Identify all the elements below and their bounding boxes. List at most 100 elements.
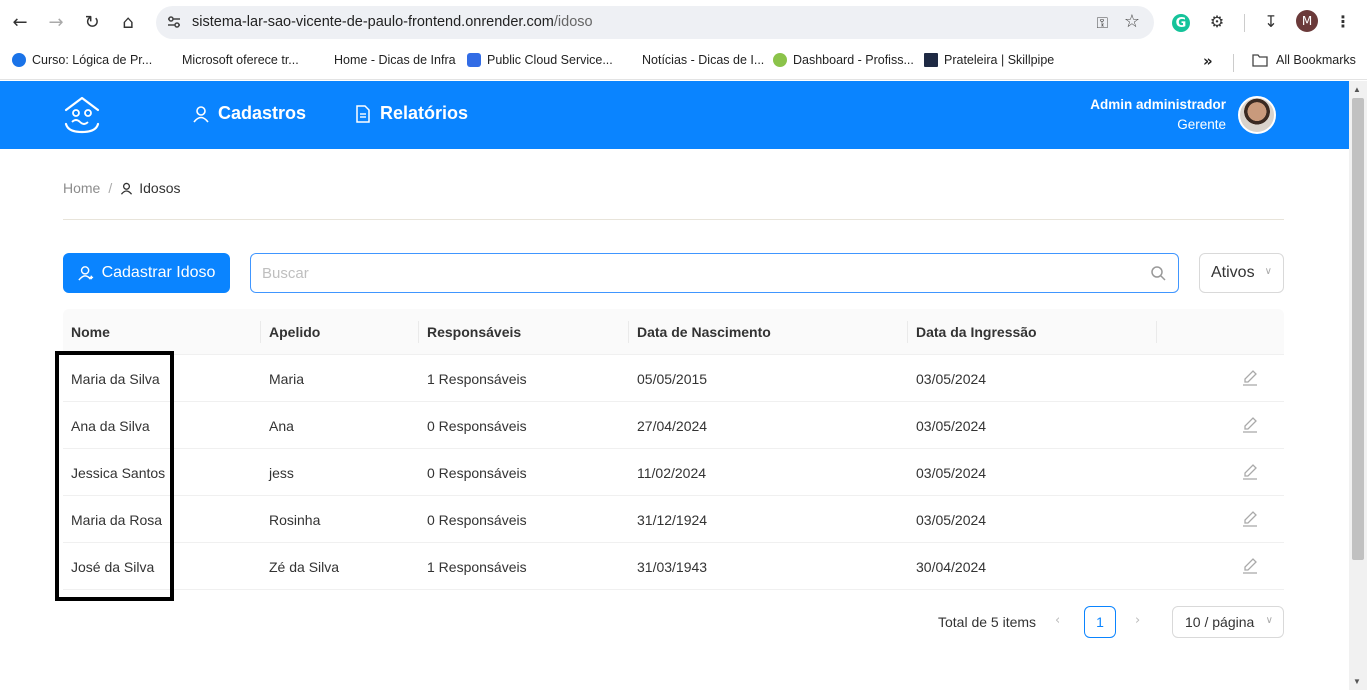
table-row[interactable]: Maria da Rosa Rosinha 0 Responsáveis 31/… <box>63 496 1284 543</box>
menu-cadastros[interactable]: Cadastros <box>192 103 306 124</box>
bookmark-item[interactable]: Home - Dicas de Infra <box>314 53 456 67</box>
cell-nome: José da Silva <box>71 559 155 575</box>
bookmark-favicon-icon <box>314 53 328 67</box>
bookmark-label: Notícias - Dicas de I... <box>642 53 765 67</box>
status-filter-select[interactable]: Ativos ∨ <box>1199 253 1284 293</box>
search-input[interactable] <box>262 254 1142 292</box>
cell-nascimento: 31/12/1924 <box>637 512 708 528</box>
cell-nome: Ana da Silva <box>71 418 150 434</box>
add-idoso-button[interactable]: Cadastrar Idoso <box>63 253 230 293</box>
breadcrumb-separator: / <box>108 180 113 196</box>
column-header-nome[interactable]: Nome <box>71 324 110 340</box>
folder-icon <box>1252 54 1268 67</box>
menu-kebab-icon[interactable]: ⋮ <box>1332 10 1354 32</box>
page-size-value: 10 / página <box>1185 614 1255 630</box>
logo-icon[interactable] <box>62 94 102 136</box>
all-bookmarks-label: All Bookmarks <box>1276 53 1356 67</box>
page-size-select[interactable]: 10 / página ∨ <box>1172 606 1284 638</box>
bookmark-label: Curso: Lógica de Pr... <box>32 53 153 67</box>
cell-ingressao: 03/05/2024 <box>916 371 987 387</box>
edit-icon[interactable] <box>1241 369 1259 387</box>
scrollbar[interactable]: ▲ ▼ <box>1349 81 1367 690</box>
forward-icon[interactable]: → <box>44 10 68 34</box>
address-bar[interactable]: sistema-lar-sao-vicente-de-paulo-fronten… <box>156 6 1154 39</box>
bookmark-favicon-icon <box>924 53 938 67</box>
bookmark-item[interactable]: Public Cloud Service... <box>467 53 613 67</box>
table-row[interactable]: José da Silva Zé da Silva 1 Responsáveis… <box>63 543 1284 590</box>
edit-icon[interactable] <box>1241 463 1259 481</box>
back-icon[interactable]: ← <box>8 10 32 34</box>
all-bookmarks-button[interactable]: All Bookmarks <box>1252 53 1356 67</box>
column-header-responsaveis[interactable]: Responsáveis <box>427 324 521 340</box>
scroll-up-icon[interactable]: ▲ <box>1353 85 1361 94</box>
cell-nascimento: 05/05/2015 <box>637 371 708 387</box>
bookmark-favicon-icon <box>12 53 26 67</box>
edit-icon[interactable] <box>1241 557 1259 575</box>
menu-label: Relatórios <box>380 103 469 123</box>
extensions-icon[interactable]: ⚙ <box>1206 10 1228 32</box>
scrollbar-thumb[interactable] <box>1352 98 1364 560</box>
bookmark-item[interactable]: Prateleira | Skillpipe <box>924 53 1054 67</box>
cell-responsaveis: 0 Responsáveis <box>427 418 527 434</box>
chevron-left-icon[interactable]: ‹ <box>1055 613 1060 628</box>
cell-responsaveis: 1 Responsáveis <box>427 559 527 575</box>
url-path: /idoso <box>553 14 593 30</box>
site-settings-icon[interactable] <box>166 14 182 30</box>
cell-nome: Maria da Silva <box>71 371 160 387</box>
avatar[interactable] <box>1238 96 1276 134</box>
cell-nascimento: 11/02/2024 <box>637 465 707 481</box>
column-header-nascimento[interactable]: Data de Nascimento <box>637 324 771 340</box>
app-header: Cadastros Relatórios Admin administrador… <box>0 81 1349 149</box>
cell-apelido: Zé da Silva <box>269 559 340 575</box>
cell-responsaveis: 0 Responsáveis <box>427 465 527 481</box>
bookmark-item[interactable]: Curso: Lógica de Pr... <box>12 53 152 67</box>
page-button-current[interactable]: 1 <box>1084 606 1116 638</box>
more-bookmarks-button[interactable]: » <box>1203 52 1213 70</box>
bookmark-item[interactable]: Dashboard - Profiss... <box>773 53 914 67</box>
table-row[interactable]: Ana da Silva Ana 0 Responsáveis 27/04/20… <box>63 402 1284 449</box>
reload-icon[interactable]: ↻ <box>80 10 104 34</box>
search-icon[interactable] <box>1150 265 1166 281</box>
scroll-down-icon[interactable]: ▼ <box>1353 677 1361 686</box>
bookmark-label: Public Cloud Service... <box>487 53 613 67</box>
user-icon <box>193 105 209 123</box>
edit-icon[interactable] <box>1241 510 1259 528</box>
cell-nome: Jessica Santos <box>71 465 166 481</box>
table-row[interactable]: Maria da Silva Maria 1 Responsáveis 05/0… <box>63 355 1284 402</box>
bookmark-item[interactable]: Notícias - Dicas de I... <box>622 53 764 67</box>
bookmark-label: Home - Dicas de Infra <box>334 53 456 67</box>
bookmark-star-icon[interactable]: ☆ <box>1124 11 1140 32</box>
column-header-apelido[interactable]: Apelido <box>269 324 320 340</box>
add-idoso-label: Cadastrar Idoso <box>101 264 216 281</box>
breadcrumb-current: Idosos <box>120 180 181 196</box>
column-header-ingressao[interactable]: Data da Ingressão <box>916 324 1037 340</box>
column-divider <box>628 321 629 343</box>
pagination-total: Total de 5 items <box>938 614 1037 630</box>
profile-avatar[interactable]: M <box>1296 10 1318 32</box>
bookmark-favicon-icon <box>622 53 636 67</box>
chevron-right-icon[interactable]: › <box>1135 613 1140 628</box>
bookmarks-bar: Curso: Lógica de Pr... Microsoft oferece… <box>0 44 1367 80</box>
edit-icon[interactable] <box>1241 416 1259 434</box>
bookmark-favicon-icon <box>773 53 787 67</box>
cell-apelido: Ana <box>269 418 294 434</box>
bookmark-item[interactable]: Microsoft oferece tr... <box>162 53 299 67</box>
home-icon[interactable]: ⌂ <box>116 10 140 34</box>
table-row[interactable]: Jessica Santos jess 0 Responsáveis 11/02… <box>63 449 1284 496</box>
cell-nascimento: 31/03/1943 <box>637 559 708 575</box>
key-icon[interactable]: ⚿ <box>1097 14 1108 32</box>
breadcrumb-current-label: Idosos <box>139 180 181 196</box>
chevron-down-icon: ∨ <box>1265 615 1273 626</box>
user-name: Admin administrador <box>1090 97 1226 112</box>
download-icon[interactable]: ↧ <box>1260 10 1282 32</box>
cell-apelido: Rosinha <box>269 512 321 528</box>
bookmarks-divider <box>1233 54 1234 72</box>
idosos-table: Nome Apelido Responsáveis Data de Nascim… <box>63 309 1284 590</box>
menu-relatorios[interactable]: Relatórios <box>354 103 468 124</box>
cell-ingressao: 03/05/2024 <box>916 465 987 481</box>
breadcrumb-home[interactable]: Home <box>63 180 100 196</box>
grammarly-icon[interactable]: G <box>1172 14 1190 32</box>
column-divider <box>260 321 261 343</box>
url-text: sistema-lar-sao-vicente-de-paulo-fronten… <box>192 14 593 30</box>
bookmark-favicon-icon <box>467 53 481 67</box>
